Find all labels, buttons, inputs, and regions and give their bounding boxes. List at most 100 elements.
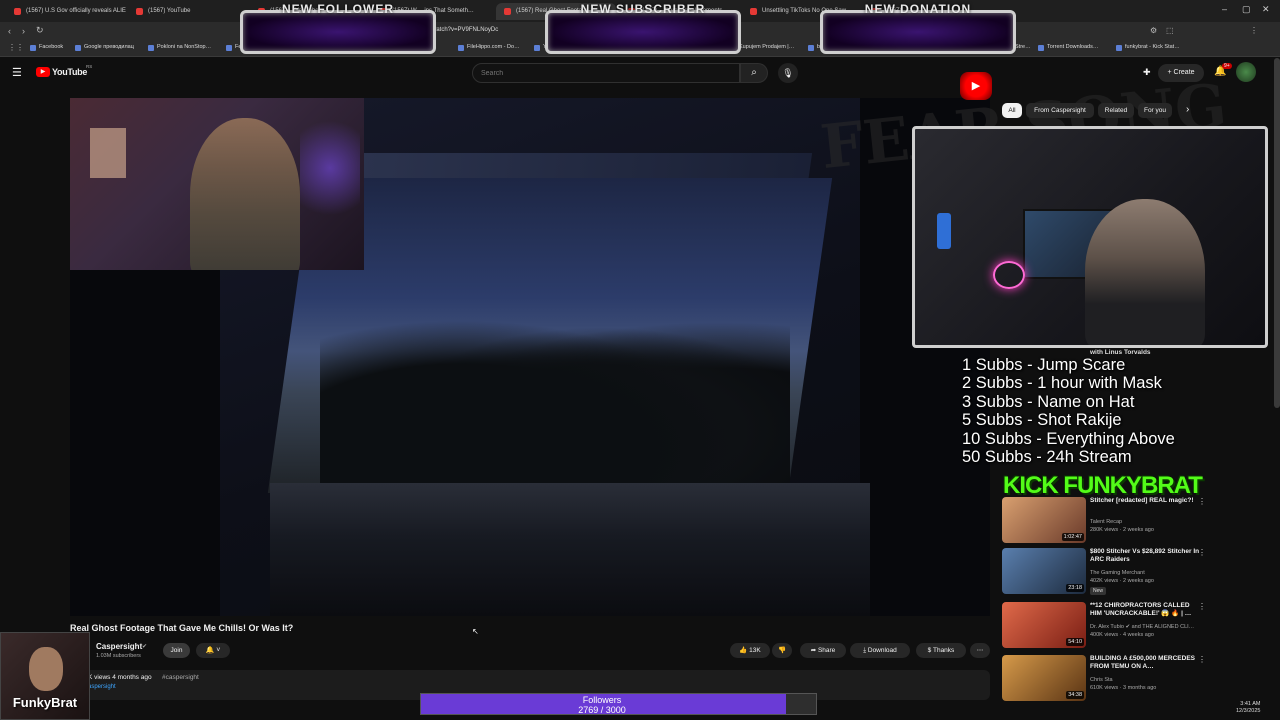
microphone-icon: 🎙 [782, 68, 794, 78]
followers-goal-bar: Followers 2769 / 3000 [420, 693, 817, 715]
system-clock: 3:41 AM 12/3/2025 [1236, 701, 1260, 715]
chip-all[interactable]: All [1002, 103, 1022, 118]
like-count: 13K [749, 647, 761, 654]
voice-search-button[interactable]: 🎙 [778, 63, 798, 83]
rec-title[interactable]: Stitcher [redacted] REAL magic?! [1090, 497, 1200, 505]
alert-title: NEW SUBSCRIBER [580, 2, 706, 16]
bookmark[interactable]: funkybrat - Kick Stat… [1116, 44, 1180, 51]
rec-meta: 400K views · 4 weeks ago [1090, 632, 1154, 638]
share-button[interactable]: ➦ Share [800, 643, 846, 658]
browser-tab[interactable]: (1567) U.S Gov officially reveals ALIEN… [6, 3, 126, 20]
duration-badge: 34:38 [1066, 691, 1084, 699]
share-label: Share [817, 647, 836, 654]
forward-icon[interactable]: › [22, 26, 25, 36]
youtube-logo-icon[interactable]: ▶ [36, 67, 50, 77]
dislike-button[interactable]: 👎 [772, 643, 792, 658]
new-badge: New [1090, 587, 1107, 595]
rec-meta: 610K views · 3 months ago [1090, 685, 1157, 691]
clock-date: 12/3/2025 [1236, 708, 1261, 714]
url-field[interactable]: watch?v=PV9FNLNoyDc [432, 27, 498, 33]
webcam-main-streamer [70, 98, 364, 270]
extension-icon[interactable]: ⬚ [1166, 26, 1174, 35]
rec-title[interactable]: $800 Stitcher Vs $28,892 Stitcher In ARC… [1090, 548, 1200, 564]
duration-badge: 1:02:47 [1061, 533, 1084, 541]
new-subscriber-alert: NEW SUBSCRIBER [545, 2, 741, 54]
more-vert-icon[interactable]: ⋮ [1198, 655, 1206, 664]
reload-icon[interactable]: ↻ [36, 25, 44, 36]
wall-poster [90, 128, 126, 178]
apps-grid-icon[interactable]: ⋮⋮ [8, 43, 24, 52]
chip-for-you[interactable]: For you [1138, 103, 1172, 118]
rec-title-partial[interactable]: with Linus Torvalds [1090, 349, 1151, 356]
close-icon[interactable]: ✕ [1262, 4, 1270, 15]
maximize-icon[interactable]: ▢ [1242, 4, 1251, 15]
browser-tab[interactable]: (1567) YouTube [128, 3, 238, 20]
rec-channel[interactable]: Dr. Alex Tubio ✔ and THE ALIGNED CLI… [1090, 624, 1194, 630]
recommendation-item[interactable]: 54:10 **12 CHIROPRACTORS CALLED HIM 'UNC… [1002, 602, 1242, 650]
join-button[interactable]: Join [163, 643, 190, 658]
rec-title[interactable]: **12 CHIROPRACTORS CALLED HIM 'UNCRACKAB… [1090, 602, 1200, 618]
more-actions-button[interactable]: ⋯ [970, 643, 990, 658]
description-link[interactable]: aspersight [88, 684, 116, 690]
avatar[interactable] [1236, 62, 1256, 82]
rec-channel[interactable]: The Gaming Merchant [1090, 570, 1145, 576]
streamer-figure [190, 118, 300, 270]
chip-from-caspersight[interactable]: From Caspersight [1026, 103, 1094, 118]
hamburger-menu-icon[interactable]: ☰ [12, 66, 22, 79]
download-label: Download [867, 647, 897, 654]
sub-rewards-list: 1 Subbs - Jump Scare 2 Subbs - 1 hour wi… [962, 356, 1175, 466]
hashtag[interactable]: #caspersight [162, 674, 199, 681]
more-vert-icon[interactable]: ⋮ [1198, 497, 1206, 506]
rec-thumbnail[interactable]: 23:18 [1002, 548, 1086, 594]
like-button[interactable]: 👍 13K [730, 643, 770, 658]
reward-line: 5 Subbs - Shot Rakije [962, 411, 1122, 430]
minimize-icon[interactable]: – [1222, 4, 1227, 14]
clock-time: 3:41 AM [1240, 701, 1261, 707]
country-code: RS [86, 64, 93, 69]
rec-thumbnail[interactable]: 34:38 [1002, 655, 1086, 701]
thanks-button[interactable]: $ Thanks [916, 643, 966, 658]
recommendation-item[interactable]: 23:18 $800 Stitcher Vs $28,892 Stitcher … [1002, 548, 1242, 596]
extension-icon[interactable]: ⚙ [1150, 26, 1157, 35]
rec-meta: 402K views · 2 weeks ago [1090, 578, 1154, 584]
bookmark[interactable]: Torrent Downloads… [1038, 44, 1098, 51]
bookmark[interactable]: Pokloni na NonStop… [148, 44, 211, 51]
youtube-red-icon: ▶ [960, 72, 992, 100]
thumbs-down-icon: 👎 [777, 647, 787, 654]
download-button[interactable]: ⤓ Download [850, 643, 910, 658]
bookmark[interactable]: Google преводилац [75, 44, 134, 51]
bookmark[interactable]: Facebook [30, 44, 63, 51]
cast-icon[interactable]: ✚ [1143, 67, 1151, 78]
search-button[interactable]: ⌕ [740, 63, 768, 83]
view-count: K views 4 months ago [88, 674, 152, 681]
new-donation-alert: NEW DONATION [820, 2, 1016, 54]
recommendation-item[interactable]: 34:38 BUILDING A £500,000 MERCEDES FROM … [1002, 655, 1242, 703]
new-follower-alert: NEW FOLLOWER [240, 2, 436, 54]
bookmark[interactable]: FileHippo.com - Do… [458, 44, 520, 51]
recommendation-item[interactable]: 1:02:47 Stitcher [redacted] REAL magic?!… [1002, 497, 1242, 545]
chevron-right-icon[interactable]: › [1186, 104, 1189, 115]
chip-related[interactable]: Related [1098, 103, 1134, 118]
search-input[interactable] [472, 63, 740, 83]
rec-channel[interactable]: Chris Sta [1090, 677, 1113, 683]
rec-thumbnail[interactable]: 54:10 [1002, 602, 1086, 648]
more-vert-icon[interactable]: ⋮ [1198, 602, 1206, 611]
rec-channel[interactable]: Talent Recap [1090, 519, 1122, 525]
webcam-guest [912, 126, 1268, 348]
mouse-cursor-icon: ↖ [472, 627, 479, 636]
rec-thumbnail[interactable]: 1:02:47 [1002, 497, 1086, 543]
more-vert-icon[interactable]: ⋮ [1198, 548, 1206, 557]
channel-name[interactable]: Caspersight [96, 642, 142, 651]
reward-line: 3 Subbs - Name on Hat [962, 392, 1135, 411]
menu-icon[interactable]: ⋮ [1250, 26, 1258, 35]
youtube-logo-text[interactable]: YouTube [52, 67, 87, 77]
subscribed-bell-button[interactable]: 🔔 ˅ [196, 643, 230, 658]
page-scrollbar[interactable] [1274, 58, 1280, 408]
video-title: Real Ghost Footage That Gave Me Chills! … [70, 623, 294, 633]
streamer-name: FunkyBrat [12, 695, 78, 710]
share-icon: ➦ [810, 647, 818, 654]
back-icon[interactable]: ‹ [8, 26, 11, 36]
reward-line: 10 Subbs - Everything Above [962, 429, 1175, 448]
rec-title[interactable]: BUILDING A £500,000 MERCEDES FROM TEMU O… [1090, 655, 1200, 671]
search-icon: ⌕ [751, 67, 757, 78]
